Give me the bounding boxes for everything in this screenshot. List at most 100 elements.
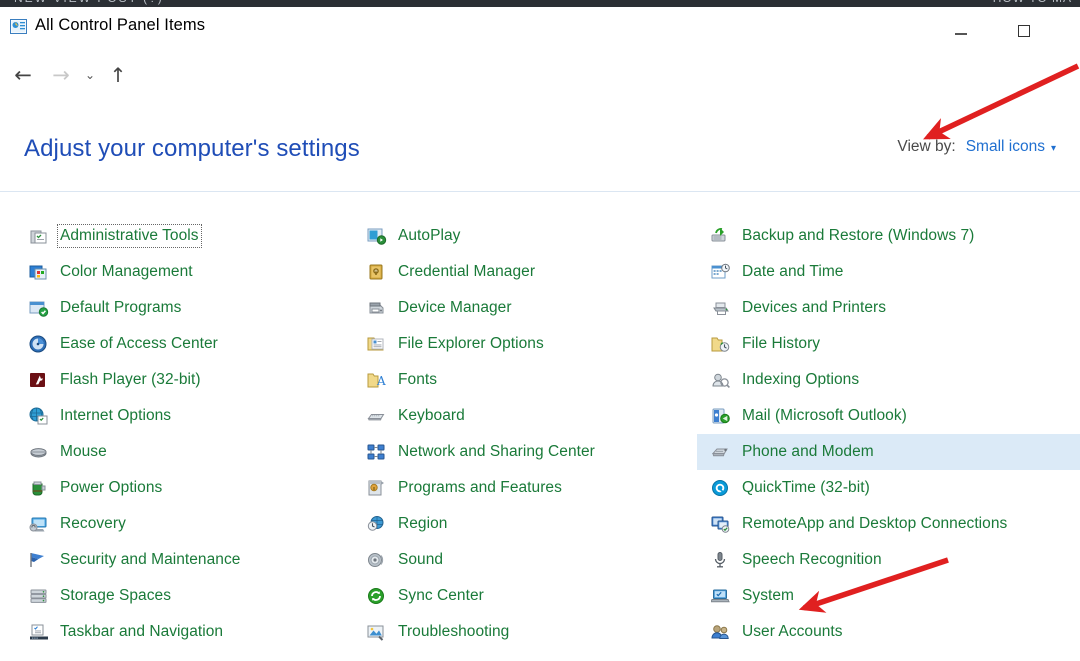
file-explorer-options-icon (366, 334, 388, 354)
header-divider (0, 191, 1080, 192)
control-panel-item[interactable]: File Explorer Options (360, 326, 697, 362)
autoplay-icon (366, 226, 388, 246)
minimize-button[interactable] (938, 14, 984, 48)
network-sharing-icon (366, 442, 388, 462)
control-panel-item[interactable]: Default Programs (22, 290, 350, 326)
control-panel-item-label: Phone and Modem (742, 443, 874, 460)
devices-printers-icon (710, 298, 732, 318)
control-panel-items-grid: Administrative Tools Color Management Defa… (0, 218, 1080, 650)
chevron-down-icon[interactable]: ▾ (1051, 143, 1056, 154)
control-panel-item[interactable]: Flash Player (32-bit) (22, 362, 350, 398)
flash-player-icon (28, 370, 50, 390)
control-panel-item-label: Power Options (60, 479, 163, 496)
user-accounts-icon (710, 622, 732, 642)
control-panel-item[interactable]: Taskbar and Navigation (22, 614, 350, 650)
mouse-icon (28, 442, 50, 462)
control-panel-item[interactable]: Recovery (22, 506, 350, 542)
control-panel-item-label: Backup and Restore (Windows 7) (742, 227, 975, 244)
control-panel-item[interactable]: Keyboard (360, 398, 697, 434)
control-panel-item-label: Fonts (398, 371, 438, 388)
window-title-bar: All Control Panel Items (0, 7, 1080, 48)
control-panel-item-label: Recovery (60, 515, 126, 532)
control-panel-item[interactable]: Troubleshooting (360, 614, 697, 650)
sound-icon (366, 550, 388, 570)
control-panel-item-label: Credential Manager (398, 263, 536, 280)
control-panel-item-label: Date and Time (742, 263, 844, 280)
control-panel-item[interactable]: Programs and Features (360, 470, 697, 506)
control-panel-item[interactable]: Indexing Options (704, 362, 1080, 398)
control-panel-item[interactable]: User Accounts (704, 614, 1080, 650)
control-panel-item-label: User Accounts (742, 623, 843, 640)
back-button[interactable]: ← (8, 61, 38, 89)
control-panel-item[interactable]: Security and Maintenance (22, 542, 350, 578)
administrative-tools-icon (28, 226, 50, 246)
browser-chrome-strip: NEW VIEW POST (?) HOW TO MA (0, 0, 1080, 7)
control-panel-item[interactable]: Date and Time (704, 254, 1080, 290)
control-panel-item-label: Storage Spaces (60, 587, 171, 604)
power-options-icon (28, 478, 50, 498)
control-panel-item[interactable]: Storage Spaces (22, 578, 350, 614)
control-panel-item[interactable]: Mail (Microsoft Outlook) (704, 398, 1080, 434)
control-panel-item[interactable]: Device Manager (360, 290, 697, 326)
file-history-icon (710, 334, 732, 354)
control-panel-item[interactable]: Credential Manager (360, 254, 697, 290)
control-panel-item-label: Sound (398, 551, 444, 568)
control-panel-item[interactable]: Administrative Tools (22, 218, 350, 254)
control-panel-item[interactable]: AutoPlay (360, 218, 697, 254)
recent-locations-button[interactable]: ⌄ (79, 61, 101, 89)
control-panel-item-label: Device Manager (398, 299, 512, 316)
control-panel-item-label: System (742, 587, 794, 604)
remoteapp-icon (710, 514, 732, 534)
strip-left-text: NEW VIEW POST (?) (14, 0, 164, 5)
ease-of-access-icon (28, 334, 50, 354)
backup-restore-icon (710, 226, 732, 246)
control-panel-item[interactable]: Region (360, 506, 697, 542)
control-panel-item-label: Ease of Access Center (60, 335, 218, 352)
control-panel-content: Adjust your computer's settings View by:… (0, 100, 1080, 661)
control-panel-item[interactable]: Sound (360, 542, 697, 578)
control-panel-item[interactable]: Phone and Modem (697, 434, 1080, 470)
control-panel-item-label: Administrative Tools (57, 224, 202, 248)
control-panel-item[interactable]: Network and Sharing Center (360, 434, 697, 470)
control-panel-item[interactable]: Ease of Access Center (22, 326, 350, 362)
minimize-icon (955, 33, 967, 35)
control-panel-item[interactable]: RemoteApp and Desktop Connections (704, 506, 1080, 542)
control-panel-item[interactable]: A Fonts (360, 362, 697, 398)
items-column-1: Administrative Tools Color Management Defa… (0, 218, 350, 650)
fonts-icon: A (366, 370, 388, 390)
control-panel-item-label: Network and Sharing Center (398, 443, 595, 460)
control-panel-item-label: Mouse (60, 443, 107, 460)
control-panel-item-label: Default Programs (60, 299, 182, 316)
indexing-options-icon (710, 370, 732, 390)
control-panel-item-label: File History (742, 335, 821, 352)
default-programs-icon (28, 298, 50, 318)
control-panel-item-label: RemoteApp and Desktop Connections (742, 515, 1008, 532)
control-panel-item[interactable]: System (704, 578, 1080, 614)
control-panel-item-label: Region (398, 515, 448, 532)
control-panel-item[interactable]: Color Management (22, 254, 350, 290)
up-button[interactable]: ↑ (105, 61, 131, 89)
control-panel-item-label: Flash Player (32-bit) (60, 371, 201, 388)
recovery-icon (28, 514, 50, 534)
forward-button[interactable]: → (46, 61, 76, 89)
speech-recognition-icon (710, 550, 732, 570)
control-panel-item-label: Taskbar and Navigation (60, 623, 224, 640)
maximize-button[interactable] (1001, 14, 1047, 48)
control-panel-item[interactable]: Power Options (22, 470, 350, 506)
color-management-icon (28, 262, 50, 282)
view-by-dropdown[interactable]: Small icons (966, 138, 1045, 156)
items-column-2: AutoPlay Credential Manager Device Manager… (350, 218, 697, 650)
control-panel-item[interactable]: Speech Recognition (704, 542, 1080, 578)
control-panel-item[interactable]: QuickTime (32-bit) (704, 470, 1080, 506)
control-panel-item[interactable]: File History (704, 326, 1080, 362)
control-panel-item-label: Keyboard (398, 407, 465, 424)
control-panel-item-label: File Explorer Options (398, 335, 544, 352)
control-panel-item[interactable]: Devices and Printers (704, 290, 1080, 326)
control-panel-icon (10, 19, 27, 34)
control-panel-item[interactable]: Mouse (22, 434, 350, 470)
control-panel-item[interactable]: Sync Center (360, 578, 697, 614)
control-panel-item[interactable]: Backup and Restore (Windows 7) (704, 218, 1080, 254)
maximize-icon (1018, 25, 1030, 37)
control-panel-item[interactable]: Internet Options (22, 398, 350, 434)
items-column-3: Backup and Restore (Windows 7) Date and T… (697, 218, 1080, 650)
